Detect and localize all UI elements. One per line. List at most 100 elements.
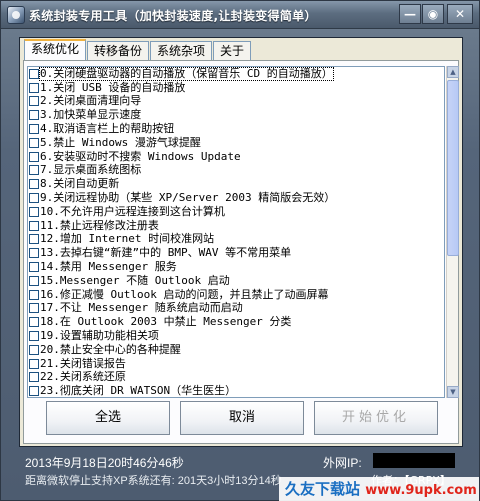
- option-label: 20.禁止安全中心的各种提醒: [40, 342, 181, 356]
- external-ip-value: [373, 453, 455, 468]
- option-row[interactable]: 5.禁止 Windows 漫游气球提醒: [28, 136, 444, 150]
- option-row[interactable]: 12.增加 Internet 时间校准网站: [28, 233, 444, 247]
- option-checkbox[interactable]: [29, 344, 39, 355]
- option-label: 14.禁用 Messenger 服务: [40, 260, 177, 274]
- option-checkbox[interactable]: [29, 206, 39, 217]
- option-label: 4.取消语言栏上的帮助按钮: [40, 122, 175, 136]
- option-checkbox[interactable]: [29, 110, 39, 121]
- option-checkbox[interactable]: [29, 220, 39, 231]
- title-bar[interactable]: 系统封装专用工具（加快封装速度,让封装变得简单） — ◉ ✕: [1, 1, 479, 29]
- option-label: 19.设置辅助功能相关项: [40, 329, 159, 343]
- tab-system-optimize[interactable]: 系统优化: [24, 39, 87, 60]
- list-scrollbar[interactable]: ▲ ▼: [446, 66, 459, 398]
- minimize-button[interactable]: —: [399, 4, 421, 24]
- option-row[interactable]: 1.关闭 USB 设备的自动播放: [28, 81, 444, 95]
- option-label: 5.禁止 Windows 漫游气球提醒: [40, 135, 201, 149]
- action-buttons: 全选 取消 开始优化: [46, 401, 438, 437]
- option-row[interactable]: 21.关闭错误报告: [28, 357, 444, 371]
- option-checkbox[interactable]: [29, 165, 39, 176]
- scroll-thumb[interactable]: [447, 80, 459, 256]
- option-row[interactable]: 17.不让 Messenger 随系统启动而启动: [28, 302, 444, 316]
- option-checkbox[interactable]: [29, 96, 39, 107]
- option-checkbox[interactable]: [29, 68, 39, 79]
- app-window: 系统封装专用工具（加快封装速度,让封装变得简单） — ◉ ✕ 系统优化 转移备份…: [0, 0, 480, 501]
- option-row[interactable]: 0.关闭硬盘驱动器的自动播放（保留音乐 CD 的自动播放）: [28, 67, 444, 81]
- option-row[interactable]: 3.加快菜单显示速度: [28, 108, 444, 122]
- option-label: 21.关闭错误报告: [40, 356, 126, 370]
- options-button[interactable]: ◉: [422, 4, 444, 24]
- option-checkbox[interactable]: [29, 262, 39, 273]
- option-row[interactable]: 14.禁用 Messenger 服务: [28, 260, 444, 274]
- option-label: 10.不允许用户远程连接到这台计算机: [40, 204, 225, 218]
- option-checkbox[interactable]: [29, 137, 39, 148]
- option-label: 6.安装驱动时不搜索 Windows Update: [40, 149, 241, 163]
- option-label: 2.关闭桌面清理向导: [40, 94, 142, 108]
- option-checkbox[interactable]: [29, 289, 39, 300]
- option-checkbox[interactable]: [29, 234, 39, 245]
- external-ip-label: 外网IP:: [323, 456, 362, 470]
- option-checkbox[interactable]: [29, 358, 39, 369]
- option-checkbox[interactable]: [29, 275, 39, 286]
- option-checkbox[interactable]: [29, 303, 39, 314]
- option-checkbox[interactable]: [29, 193, 39, 204]
- option-checkbox[interactable]: [29, 386, 39, 397]
- option-row[interactable]: 8.关闭自动更新: [28, 177, 444, 191]
- option-row[interactable]: 16.修正减慢 Outlook 启动的问题，并且禁止了动画屏幕: [28, 288, 444, 302]
- option-row[interactable]: 23.彻底关闭 DR WATSON（华生医生）: [28, 384, 444, 398]
- tab-transfer-backup[interactable]: 转移备份: [87, 41, 150, 60]
- option-row[interactable]: 15.Messenger 不随 Outlook 启动: [28, 274, 444, 288]
- option-row[interactable]: 4.取消语言栏上的帮助按钮: [28, 122, 444, 136]
- tab-about[interactable]: 关于: [213, 41, 252, 60]
- option-label: 7.显示桌面系统图标: [40, 163, 142, 177]
- optimization-options-list: 0.关闭硬盘驱动器的自动播放（保留音乐 CD 的自动播放） 1.关闭 USB 设备…: [27, 66, 445, 398]
- option-row[interactable]: 20.禁止安全中心的各种提醒: [28, 343, 444, 357]
- main-panel: 系统优化 转移备份 系统杂项 关于 0.关闭硬盘驱动器的自动播放（保留音乐 CD…: [19, 37, 463, 447]
- watermark: 久友下载站 www.9upk.com: [279, 477, 479, 501]
- option-label: 8.关闭自动更新: [40, 177, 120, 191]
- cancel-button[interactable]: 取消: [180, 401, 304, 435]
- select-all-button[interactable]: 全选: [46, 401, 170, 435]
- option-checkbox[interactable]: [29, 151, 39, 162]
- scroll-down-icon[interactable]: ▼: [447, 386, 459, 398]
- option-row[interactable]: 11.禁止远程修改注册表: [28, 219, 444, 233]
- option-checkbox[interactable]: [29, 124, 39, 135]
- option-row[interactable]: 7.显示桌面系统图标: [28, 164, 444, 178]
- option-label: 18.在 Outlook 2003 中禁止 Messenger 分类: [40, 315, 292, 329]
- option-label: 23.彻底关闭 DR WATSON（华生医生）: [40, 384, 237, 398]
- option-checkbox[interactable]: [29, 372, 39, 383]
- close-button[interactable]: ✕: [447, 4, 473, 24]
- option-row[interactable]: 18.在 Outlook 2003 中禁止 Messenger 分类: [28, 315, 444, 329]
- option-row[interactable]: 19.设置辅助功能相关项: [28, 329, 444, 343]
- option-row[interactable]: 2.关闭桌面清理向导: [28, 95, 444, 109]
- option-checkbox[interactable]: [29, 248, 39, 259]
- option-row[interactable]: 22.关闭系统还原: [28, 371, 444, 385]
- option-checkbox[interactable]: [29, 317, 39, 328]
- option-label: 17.不让 Messenger 随系统启动而启动: [40, 301, 243, 315]
- window-title: 系统封装专用工具（加快封装速度,让封装变得简单）: [29, 9, 317, 23]
- xp-support-countdown: 距离微软停止支持XP系统还有: 201天3小时13分14秒: [25, 472, 282, 488]
- option-label: 11.禁止远程修改注册表: [40, 218, 159, 232]
- scroll-up-icon[interactable]: ▲: [447, 66, 459, 78]
- option-row[interactable]: 13.去掉右键“新建”中的 BMP、WAV 等不常用菜单: [28, 246, 444, 260]
- xp-support-text: 距离微软停止支持XP系统还有: 201天3小时13分14秒: [25, 475, 282, 487]
- app-icon: [7, 6, 25, 24]
- option-row[interactable]: 10.不允许用户远程连接到这台计算机: [28, 205, 444, 219]
- option-label: 16.修正减慢 Outlook 启动的问题，并且禁止了动画屏幕: [40, 287, 329, 301]
- current-datetime: 2013年9月18日20时46分46秒: [25, 456, 184, 470]
- watermark-brand: 久友下载站: [285, 480, 361, 498]
- option-checkbox[interactable]: [29, 179, 39, 190]
- option-label: 0.关闭硬盘驱动器的自动播放（保留音乐 CD 的自动播放）: [39, 66, 334, 81]
- option-checkbox[interactable]: [29, 331, 39, 342]
- option-label: 22.关闭系统还原: [40, 370, 126, 384]
- option-label: 3.加快菜单显示速度: [40, 108, 142, 122]
- option-label: 12.增加 Internet 时间校准网站: [40, 232, 215, 246]
- tab-system-misc[interactable]: 系统杂项: [150, 41, 213, 60]
- option-label: 13.去掉右键“新建”中的 BMP、WAV 等不常用菜单: [40, 246, 292, 260]
- option-row[interactable]: 9.关闭远程协助（某些 XP/Server 2003 精简版会无效）: [28, 191, 444, 205]
- option-row[interactable]: 6.安装驱动时不搜索 Windows Update: [28, 150, 444, 164]
- option-label: 15.Messenger 不随 Outlook 启动: [40, 273, 230, 287]
- watermark-site: www.9upk.com: [365, 483, 477, 498]
- option-label: 1.关闭 USB 设备的自动播放: [40, 80, 186, 94]
- option-checkbox[interactable]: [29, 82, 39, 93]
- start-optimize-button[interactable]: 开始优化: [314, 401, 438, 435]
